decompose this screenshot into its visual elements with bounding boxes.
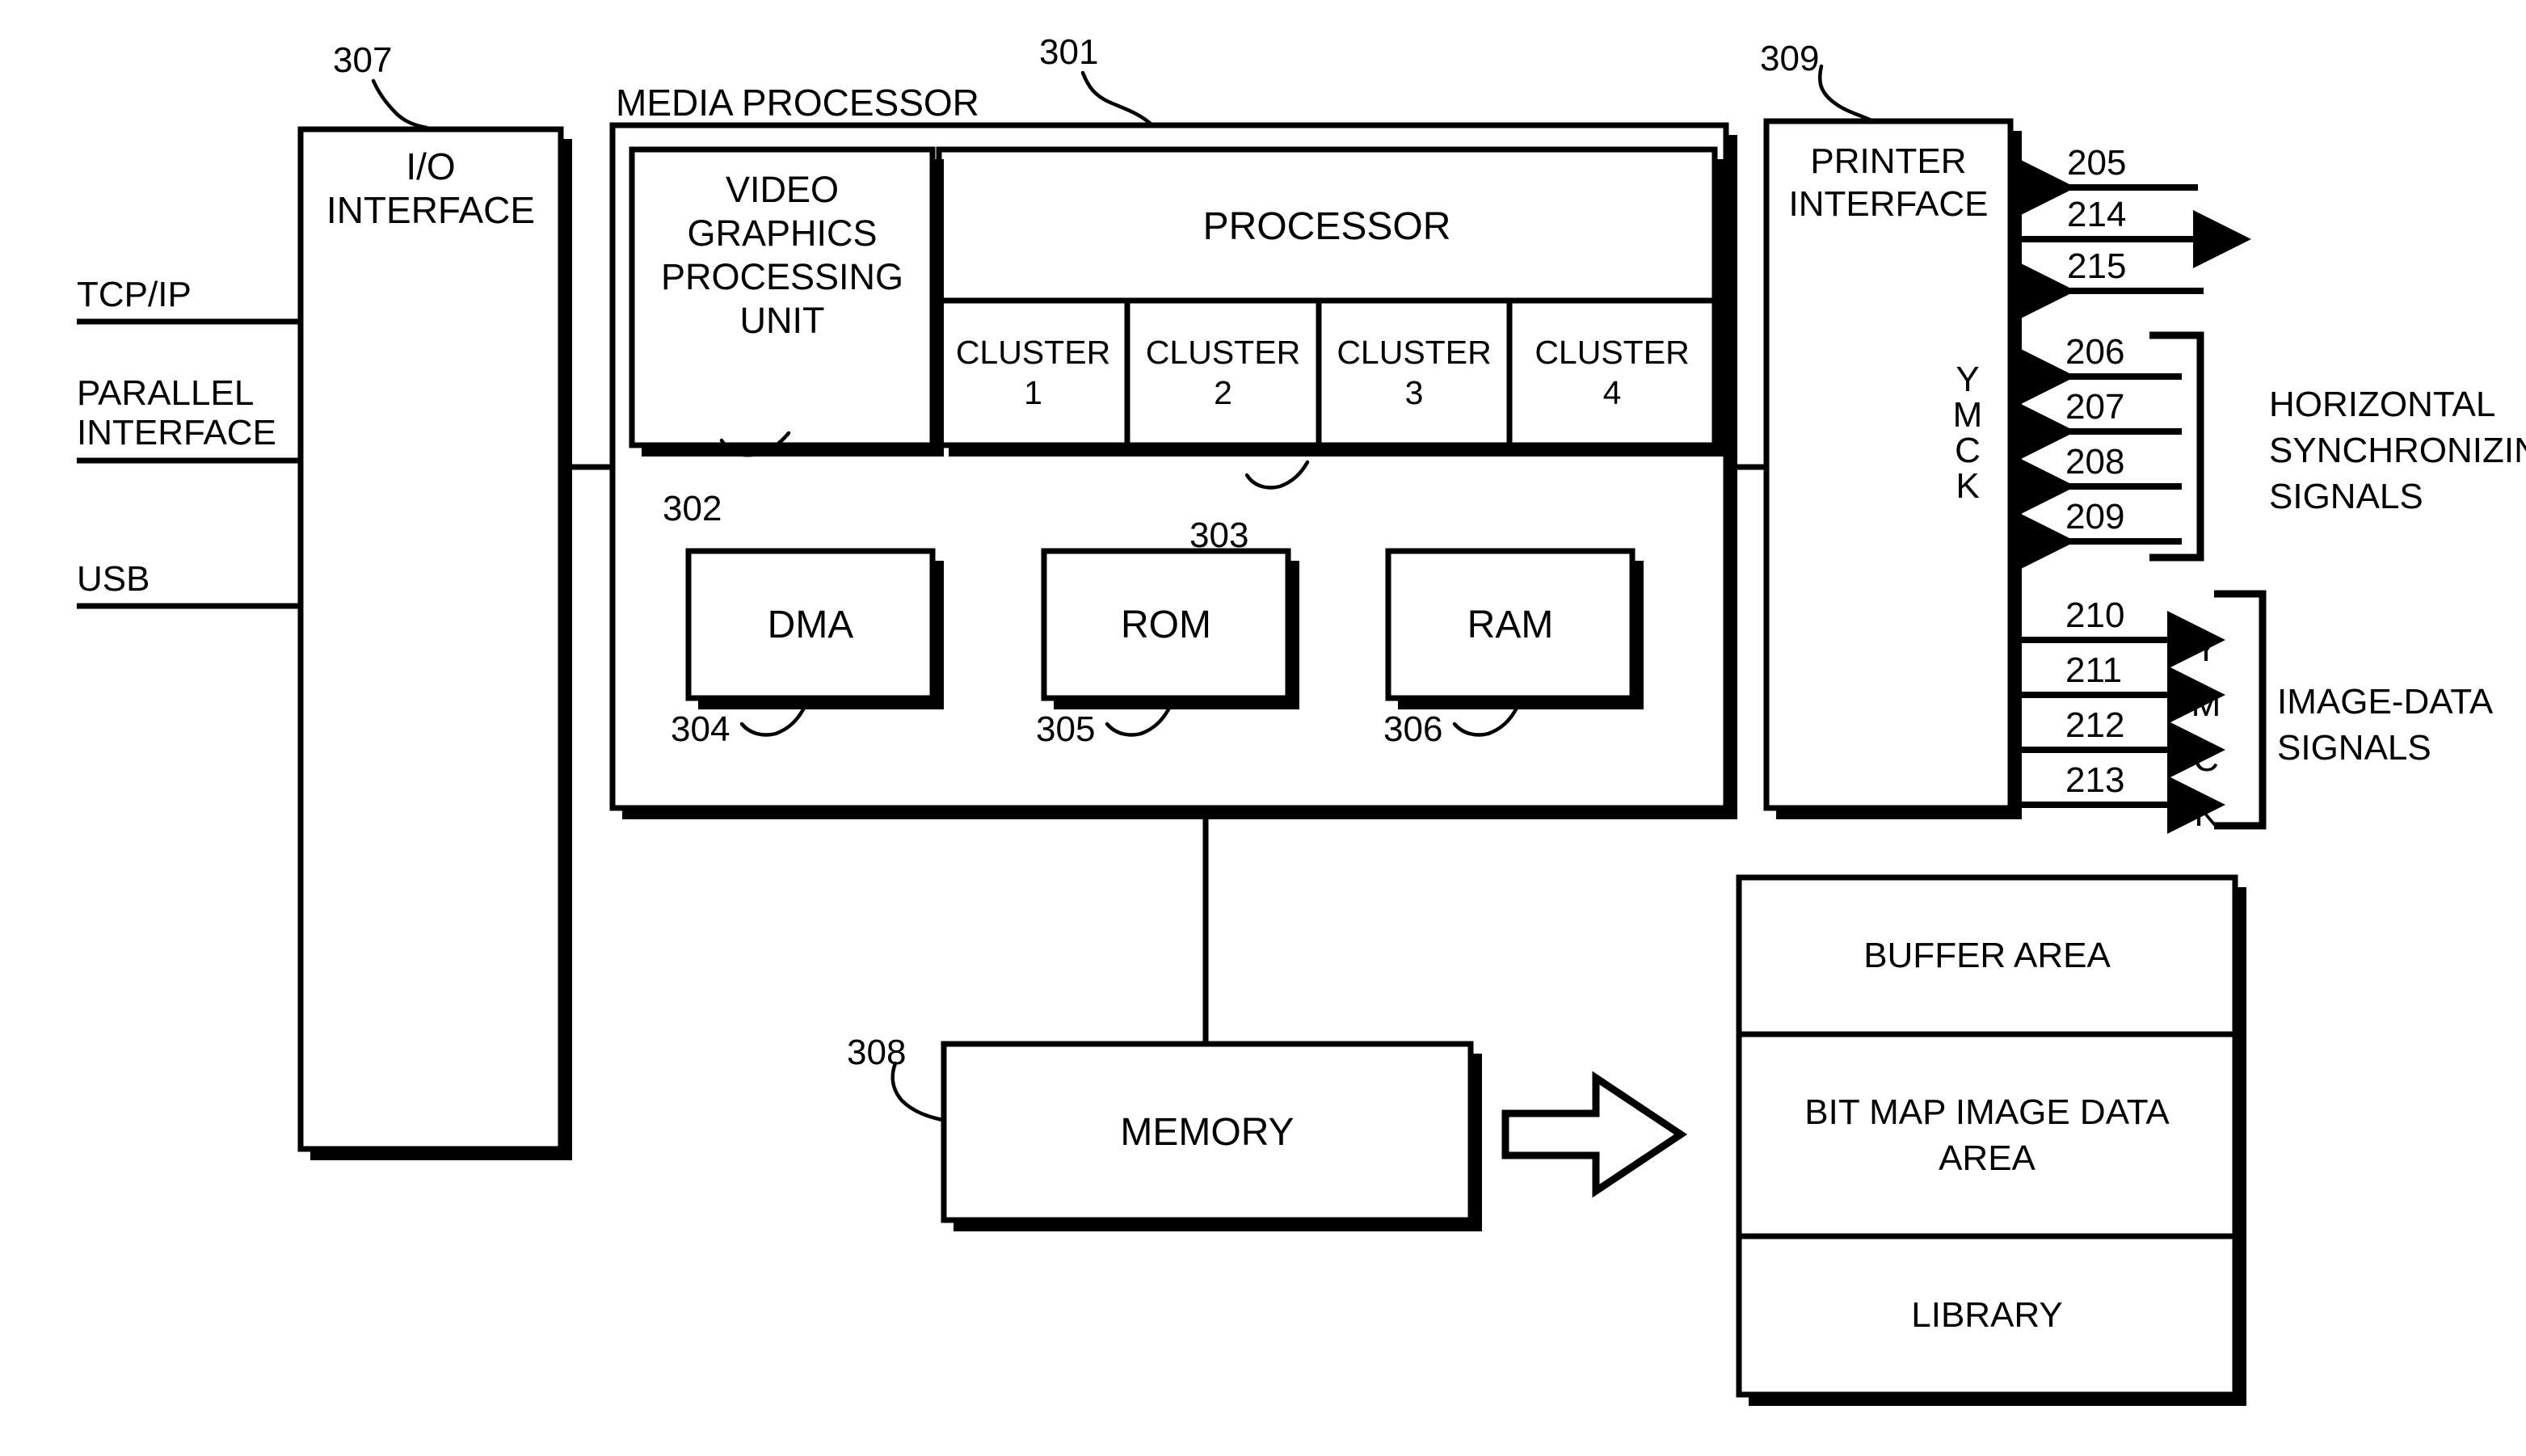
signal-number-205: 205 bbox=[2067, 143, 2127, 183]
signal-number-211: 211 bbox=[2065, 650, 2123, 690]
video-graphics-label: VIDEO GRAPHICS PROCESSING UNIT bbox=[660, 169, 904, 341]
io-interface-box bbox=[297, 126, 564, 1152]
leader-307 bbox=[371, 78, 429, 130]
tcpip-label: TCP/IP bbox=[77, 275, 192, 314]
bitmap-image-data-area-label: BIT MAP IMAGE DATA AREA bbox=[1804, 1092, 2170, 1178]
ref-306: 306 bbox=[1383, 709, 1443, 749]
hsync-bracket bbox=[2149, 331, 2204, 562]
printer-interface-label: PRINTER INTERFACE bbox=[1788, 141, 1989, 224]
ymck-sync-letters: Y M C K bbox=[1952, 360, 1983, 506]
ref-301: 301 bbox=[1039, 32, 1099, 72]
cluster-4-label: CLUSTER 4 bbox=[1535, 334, 1690, 411]
ref-304: 304 bbox=[671, 709, 730, 749]
cluster-1-label: CLUSTER 1 bbox=[955, 334, 1111, 411]
memory-label: MEMORY bbox=[1120, 1110, 1295, 1154]
ref-305: 305 bbox=[1036, 709, 1096, 749]
buffer-area-label: BUFFER AREA bbox=[1863, 936, 2111, 975]
horizontal-sync-signals-label: HORIZONTAL SYNCHRONIZING SIGNALS bbox=[2269, 385, 2526, 517]
ram-label: RAM bbox=[1467, 603, 1554, 646]
cluster-3-label: CLUSTER 3 bbox=[1337, 334, 1492, 411]
memory-to-map-block-arrow bbox=[1501, 1071, 1688, 1198]
signal-number-208: 208 bbox=[2065, 442, 2125, 482]
signal-number-209: 209 bbox=[2065, 497, 2125, 537]
signal-number-206: 206 bbox=[2065, 332, 2125, 372]
media-processor-caption: MEDIA PROCESSOR bbox=[616, 82, 979, 124]
parallel-interface-label: PARALLEL INTERFACE bbox=[77, 373, 276, 453]
ref-303: 303 bbox=[1189, 515, 1249, 555]
ref-307: 307 bbox=[333, 40, 393, 80]
image-data-signals-label: IMAGE-DATA SIGNALS bbox=[2277, 682, 2494, 768]
ref-309: 309 bbox=[1760, 39, 1820, 78]
io-interface-label: I/O INTERFACE bbox=[326, 145, 536, 231]
library-label: LIBRARY bbox=[1911, 1295, 2063, 1335]
cluster-2-label: CLUSTER 2 bbox=[1145, 334, 1301, 411]
signal-number-207: 207 bbox=[2065, 387, 2125, 427]
signal-number-212: 212 bbox=[2065, 705, 2125, 745]
signal-number-210: 210 bbox=[2065, 595, 2125, 635]
ref-302: 302 bbox=[663, 489, 722, 528]
leader-309 bbox=[1817, 64, 1876, 124]
usb-label: USB bbox=[77, 559, 150, 599]
ymck-image-data-letters: Y M C K bbox=[2191, 629, 2221, 834]
signal-number-213: 213 bbox=[2065, 760, 2125, 800]
signal-number-214: 214 bbox=[2067, 195, 2127, 234]
signal-number-215: 215 bbox=[2067, 246, 2127, 286]
processor-label: PROCESSOR bbox=[1202, 204, 1451, 248]
patent-figure: TCP/IP PARALLEL INTERFACE USB I/O INTERF… bbox=[0, 0, 2526, 1456]
ref-308: 308 bbox=[847, 1033, 907, 1072]
rom-label: ROM bbox=[1121, 603, 1211, 646]
dma-label: DMA bbox=[767, 603, 854, 646]
